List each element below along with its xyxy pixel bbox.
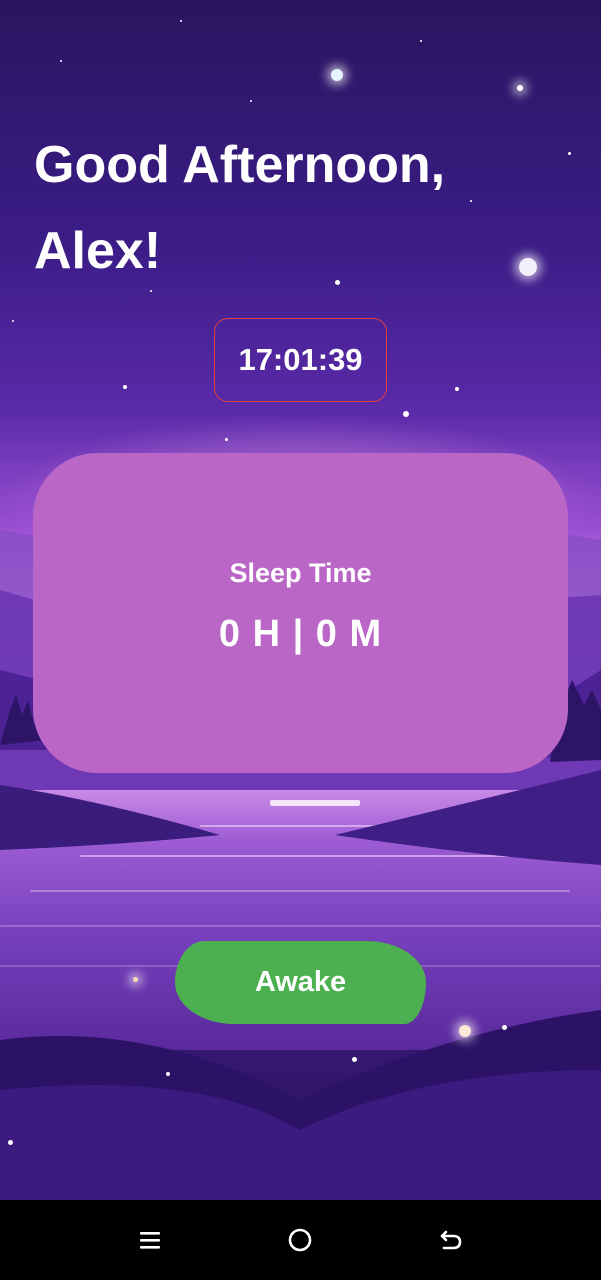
app-screen: Good Afternoon, Alex! 17:01:39 Sleep Tim…	[0, 0, 601, 1200]
star-decoration	[12, 320, 14, 322]
awake-button[interactable]: Awake	[175, 941, 426, 1024]
star-decoration	[420, 40, 422, 42]
home-button[interactable]	[280, 1220, 320, 1260]
star-decoration	[123, 385, 127, 389]
greeting-line-1: Good Afternoon,	[34, 136, 446, 194]
star-decoration	[403, 411, 409, 417]
firefly-decoration	[8, 1140, 13, 1145]
back-button[interactable]	[431, 1220, 471, 1260]
firefly-decoration	[133, 977, 138, 982]
sleep-time-value: 0 H | 0 M	[218, 613, 383, 655]
clock-display: 17:01:39	[214, 318, 387, 402]
star-decoration	[60, 60, 62, 62]
sleep-time-label: Sleep Time	[229, 558, 372, 588]
star-decoration	[180, 20, 182, 22]
system-nav-bar	[0, 1200, 601, 1280]
star-decoration	[225, 438, 228, 441]
home-circle-icon	[288, 1228, 312, 1252]
star-decoration	[250, 100, 252, 102]
star-decoration	[517, 85, 523, 91]
recent-apps-button[interactable]	[130, 1220, 170, 1260]
greeting-title: Good Afternoon, Alex!	[34, 122, 574, 294]
star-decoration	[455, 387, 459, 391]
awake-button-label: Awake	[254, 966, 347, 998]
menu-lines-icon	[140, 1232, 160, 1249]
sleep-time-card: Sleep Time 0 H | 0 M	[33, 453, 568, 773]
clock-time: 17:01:39	[238, 342, 363, 377]
firefly-decoration	[352, 1057, 357, 1062]
greeting-line-2: Alex!	[34, 222, 162, 280]
firefly-decoration	[502, 1025, 507, 1030]
firefly-decoration	[459, 1025, 471, 1037]
back-arrow-icon	[440, 1230, 462, 1250]
star-decoration	[331, 69, 343, 81]
firefly-decoration	[166, 1072, 170, 1076]
